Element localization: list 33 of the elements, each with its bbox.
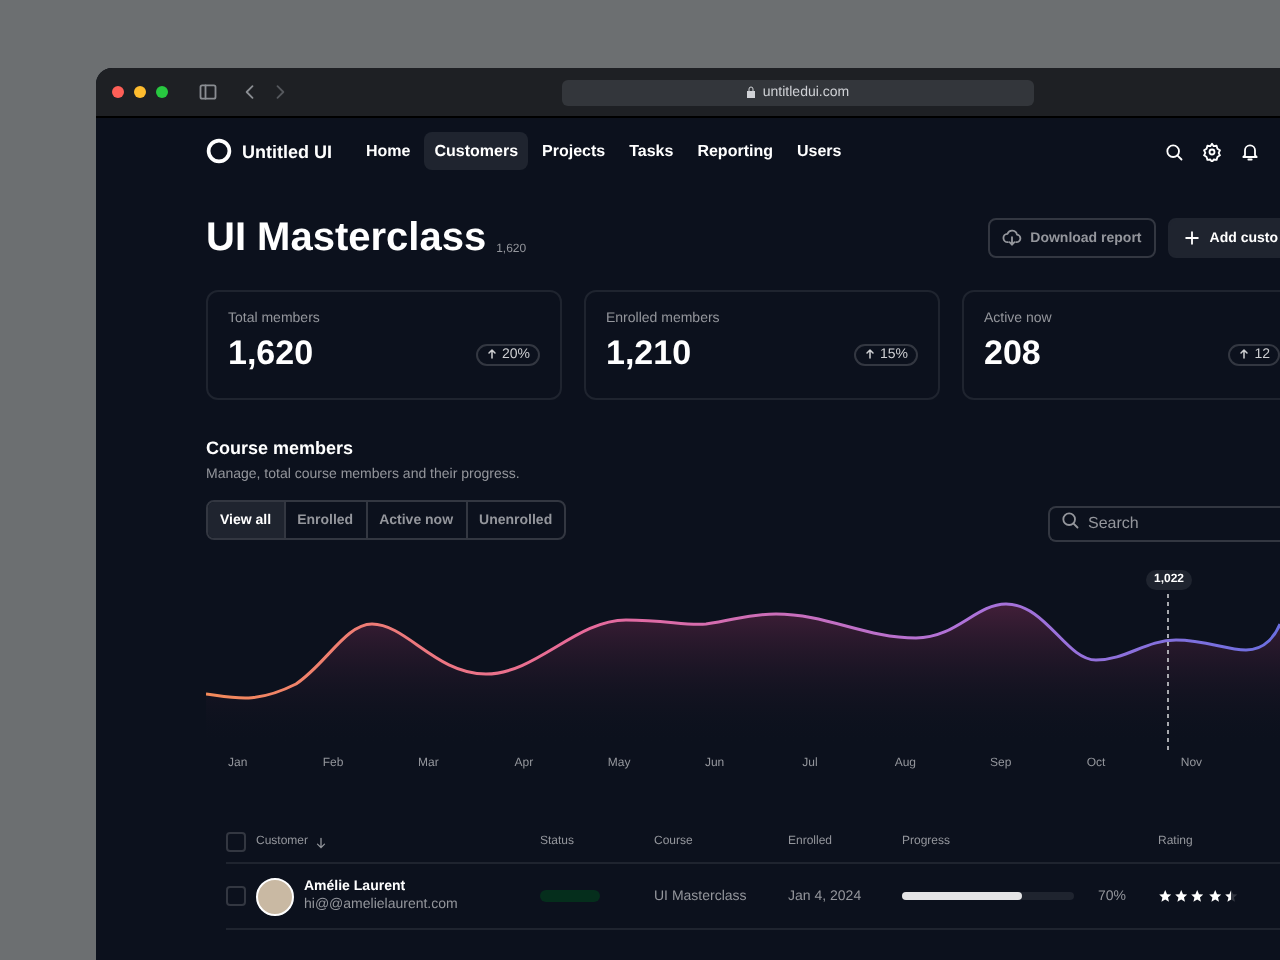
stat-value: 1,210: [606, 334, 692, 374]
status-badge: [540, 890, 600, 902]
maximize-dot[interactable]: [156, 86, 168, 98]
stat-value: 208: [984, 334, 1041, 374]
settings-icon[interactable]: [1202, 141, 1222, 161]
select-all-checkbox[interactable]: [226, 832, 246, 852]
stat-value: 1,620: [228, 334, 314, 374]
lock-icon: [746, 86, 757, 98]
arrow-up-icon: [863, 348, 876, 360]
minimize-dot[interactable]: [134, 86, 146, 98]
logo-icon: [206, 138, 232, 164]
arrow-up-icon: [1238, 348, 1251, 360]
bell-icon[interactable]: [1240, 141, 1260, 161]
logo-text: Untitled UI: [242, 141, 332, 161]
nav-link[interactable]: Reporting: [687, 132, 783, 170]
row-checkbox[interactable]: [226, 886, 246, 906]
cloud-download-icon: [1002, 228, 1023, 248]
arrow-up-icon: [485, 348, 498, 360]
search-icon[interactable]: [1164, 141, 1184, 161]
plus-icon: [1181, 228, 1202, 248]
page-title: UI Masterclass: [206, 215, 487, 261]
sidebar-icon: [198, 82, 218, 102]
avatar: [256, 877, 294, 915]
nav-link[interactable]: Tasks: [619, 132, 684, 170]
nav-link[interactable]: Customers: [424, 132, 529, 170]
search-icon: [1060, 510, 1080, 530]
nav-link[interactable]: Projects: [532, 132, 616, 170]
arrow-down-icon: [314, 835, 329, 849]
nav-link[interactable]: Home: [356, 132, 421, 170]
close-dot[interactable]: [112, 86, 124, 98]
section-title: Course members: [206, 438, 356, 458]
search-field[interactable]: Search: [1048, 505, 1280, 541]
nav-link[interactable]: Users: [786, 132, 852, 170]
